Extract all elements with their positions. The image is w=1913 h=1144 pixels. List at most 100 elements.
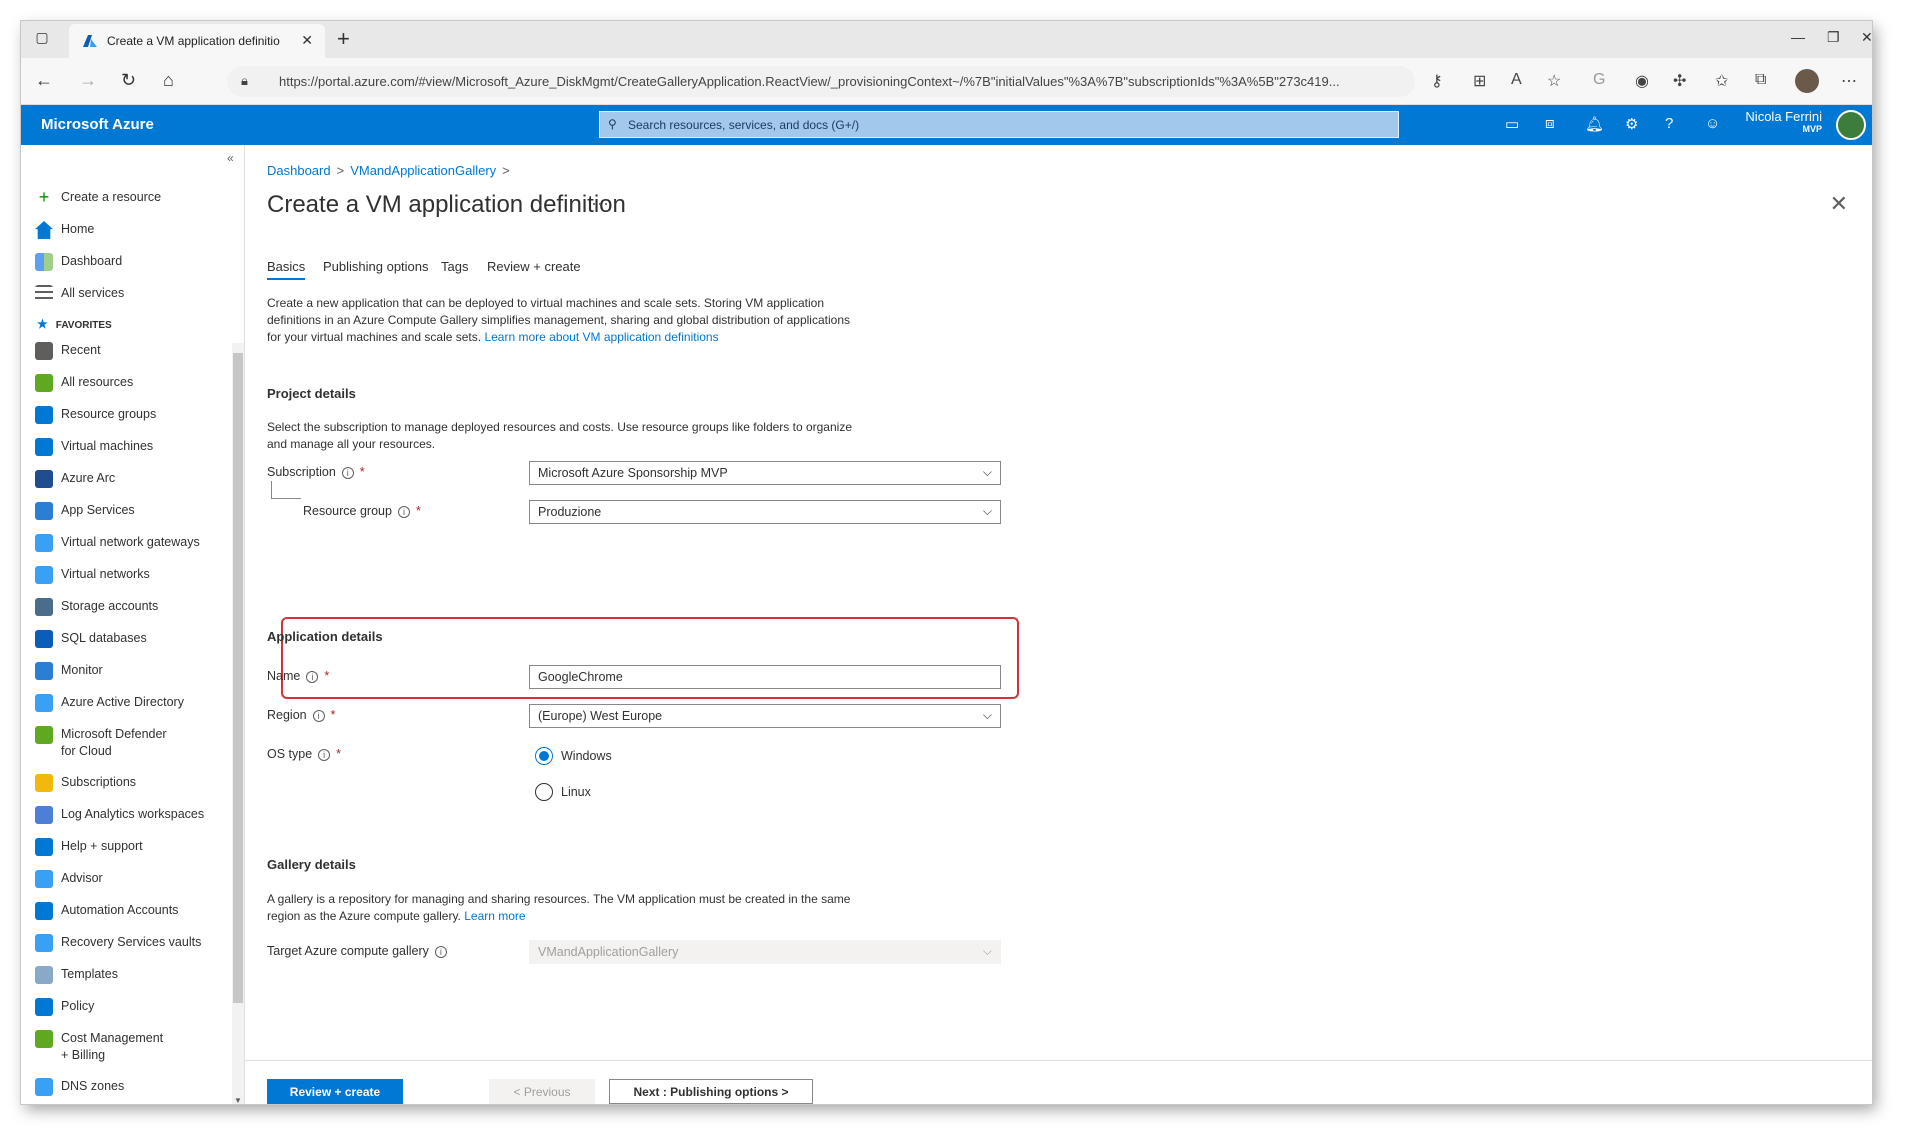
sidebar-item-create-resource[interactable]: + Create a resource bbox=[35, 188, 225, 211]
region-value: (Europe) West Europe bbox=[538, 709, 663, 723]
sidebar-scrollbar[interactable]: ▼ bbox=[232, 343, 244, 1104]
cloud-shell-icon[interactable]: ▭ bbox=[1505, 115, 1519, 133]
google-icon[interactable]: G bbox=[1593, 71, 1605, 89]
name-label-text: Name bbox=[267, 669, 301, 683]
breadcrumb-separator: > bbox=[502, 163, 510, 178]
sidebar-item-recent[interactable]: Recent bbox=[35, 342, 225, 364]
tab-basics[interactable]: Basics bbox=[267, 259, 305, 274]
sidebar-item-home[interactable]: Home bbox=[35, 221, 225, 243]
sidebar-item-help-support[interactable]: Help + support bbox=[35, 838, 225, 860]
help-icon[interactable]: ? bbox=[1665, 115, 1673, 132]
tree-connector bbox=[271, 481, 301, 499]
sidebar-item-all-resources[interactable]: All resources bbox=[35, 374, 225, 396]
info-icon[interactable]: i bbox=[306, 670, 319, 683]
previous-button[interactable]: < Previous bbox=[489, 1079, 595, 1104]
sidebar-item-cost-management-billing[interactable]: Cost Management + Billing bbox=[35, 1030, 225, 1062]
sidebar-item-resource-groups[interactable]: Resource groups bbox=[35, 406, 225, 428]
tab-actions-icon[interactable]: ▢ bbox=[31, 29, 53, 49]
sidebar-item-policy[interactable]: Policy bbox=[35, 998, 225, 1020]
extension-icon[interactable]: ◉ bbox=[1635, 71, 1649, 91]
sidebar-item-recovery-services-vaults[interactable]: Recovery Services vaults bbox=[35, 934, 225, 956]
sidebar-item-dashboard[interactable]: Dashboard bbox=[35, 253, 225, 275]
sidebar-item-subscriptions[interactable]: Subscriptions bbox=[35, 774, 225, 796]
sidebar-item-label: Templates bbox=[61, 967, 118, 981]
os-linux-radio[interactable]: Linux bbox=[535, 783, 591, 801]
puzzle-icon[interactable]: ✣ bbox=[1673, 71, 1686, 91]
scrollbar-thumb[interactable] bbox=[233, 353, 243, 1003]
subscription-select[interactable]: Microsoft Azure Sponsorship MVP ⌵ bbox=[529, 461, 1001, 485]
scroll-down-icon[interactable]: ▼ bbox=[234, 1096, 242, 1104]
target-gallery-label-text: Target Azure compute gallery bbox=[267, 944, 429, 958]
new-tab-button[interactable]: + bbox=[337, 26, 350, 52]
browser-tab[interactable]: Create a VM application definitio ✕ bbox=[69, 24, 325, 58]
sidebar-item-microsoft-defender-for-cloud[interactable]: Microsoft Defender for Cloud bbox=[35, 726, 225, 758]
resource-group-select[interactable]: Produzione ⌵ bbox=[529, 500, 1001, 524]
os-windows-radio[interactable]: Windows bbox=[535, 747, 612, 765]
breadcrumb-gallery[interactable]: VMandApplicationGallery bbox=[350, 163, 496, 178]
info-icon[interactable]: i bbox=[397, 505, 410, 518]
user-avatar[interactable] bbox=[1836, 110, 1866, 140]
favorites-label: FAVORITES bbox=[55, 320, 112, 331]
tab-publishing-options[interactable]: Publishing options bbox=[323, 259, 429, 274]
back-icon[interactable]: ← bbox=[35, 70, 53, 91]
sidebar-item-monitor[interactable]: Monitor bbox=[35, 662, 225, 684]
read-aloud-icon[interactable]: A bbox=[1511, 71, 1522, 89]
breadcrumb-dashboard[interactable]: Dashboard bbox=[267, 163, 331, 178]
tab-strip: ▢ Create a VM application definitio ✕ + … bbox=[21, 21, 1872, 58]
sidebar-item-label: Subscriptions bbox=[61, 775, 137, 789]
info-icon[interactable]: i bbox=[341, 466, 354, 479]
next-button[interactable]: Next : Publishing options > bbox=[609, 1079, 813, 1104]
forward-icon[interactable]: → bbox=[79, 70, 97, 91]
sidebar-item-automation-accounts[interactable]: Automation Accounts bbox=[35, 902, 225, 924]
collapse-sidebar-icon[interactable]: « bbox=[227, 151, 234, 165]
region-select[interactable]: (Europe) West Europe ⌵ bbox=[529, 704, 1001, 728]
bell-icon[interactable]: 🔔︎ bbox=[1585, 115, 1604, 133]
sidebar-item-dns-zones[interactable]: DNS zones bbox=[35, 1078, 225, 1100]
sidebar-item-virtual-machines[interactable]: Virtual machines bbox=[35, 438, 225, 460]
feedback-icon[interactable]: ☺ bbox=[1705, 115, 1720, 132]
sidebar-item-templates[interactable]: Templates bbox=[35, 966, 225, 988]
collections-icon[interactable]: ⧉ bbox=[1755, 71, 1766, 89]
search-input[interactable]: ⚲ Search resources, services, and docs (… bbox=[599, 111, 1399, 138]
sidebar-item-log-analytics-workspaces[interactable]: Log Analytics workspaces bbox=[35, 806, 225, 828]
review-create-button[interactable]: Review + create bbox=[267, 1079, 403, 1104]
window-close-icon[interactable]: ✕ bbox=[1861, 29, 1872, 46]
sidebar-item-label: Azure Arc bbox=[61, 471, 116, 485]
gear-icon[interactable]: ⚙ bbox=[1625, 115, 1638, 133]
apps-icon[interactable]: ⊞ bbox=[1473, 71, 1486, 91]
restore-icon[interactable]: ❐ bbox=[1827, 29, 1840, 46]
favorite-add-icon[interactable]: ☆ bbox=[1547, 71, 1561, 91]
sidebar-item-azure-active-directory[interactable]: Azure Active Directory bbox=[35, 694, 225, 716]
user-info[interactable]: Nicola Ferrini MVP bbox=[1745, 109, 1822, 134]
key-icon[interactable]: ⚷ bbox=[1431, 71, 1443, 91]
gallery-learn-more-link[interactable]: Learn more bbox=[464, 909, 525, 923]
more-options-icon[interactable]: ··· bbox=[591, 193, 609, 214]
sidebar-item-advisor[interactable]: Advisor bbox=[35, 870, 225, 892]
info-icon[interactable]: i bbox=[312, 709, 325, 722]
close-icon[interactable]: ✕ bbox=[1830, 191, 1848, 217]
sidebar-item-storage-accounts[interactable]: Storage accounts bbox=[35, 598, 225, 620]
url-field[interactable]: 🔒︎ https://portal.azure.com/#view/Micros… bbox=[227, 66, 1415, 97]
name-input[interactable] bbox=[529, 665, 1001, 689]
home-browser-icon[interactable]: ⌂ bbox=[163, 70, 174, 91]
favorites-icon[interactable]: ✩ bbox=[1715, 71, 1728, 91]
refresh-icon[interactable]: ↻ bbox=[121, 70, 136, 91]
more-icon[interactable]: ⋯ bbox=[1841, 71, 1857, 91]
tab-close-icon[interactable]: ✕ bbox=[301, 32, 313, 49]
sidebar-item-azure-arc[interactable]: Azure Arc bbox=[35, 470, 225, 492]
info-icon[interactable]: i bbox=[434, 945, 447, 958]
minimize-icon[interactable]: — bbox=[1791, 29, 1805, 45]
sidebar-item-sql-databases[interactable]: SQL databases bbox=[35, 630, 225, 652]
sidebar-item-app-services[interactable]: App Services bbox=[35, 502, 225, 524]
info-icon[interactable]: i bbox=[318, 748, 331, 761]
sidebar-item-virtual-network-gateways[interactable]: Virtual network gateways bbox=[35, 534, 225, 556]
brand-label[interactable]: Microsoft Azure bbox=[41, 116, 154, 133]
tab-tags[interactable]: Tags bbox=[441, 259, 468, 274]
resource-group-value: Produzione bbox=[538, 505, 602, 519]
tab-review-create[interactable]: Review + create bbox=[487, 259, 581, 274]
directory-filter-icon[interactable]: ⧈ bbox=[1545, 115, 1555, 132]
sidebar-item-virtual-networks[interactable]: Virtual networks bbox=[35, 566, 225, 588]
profile-avatar[interactable] bbox=[1795, 69, 1819, 93]
learn-more-link[interactable]: Learn more about VM application definiti… bbox=[484, 330, 718, 344]
sidebar-item-all-services[interactable]: All services bbox=[35, 285, 225, 307]
